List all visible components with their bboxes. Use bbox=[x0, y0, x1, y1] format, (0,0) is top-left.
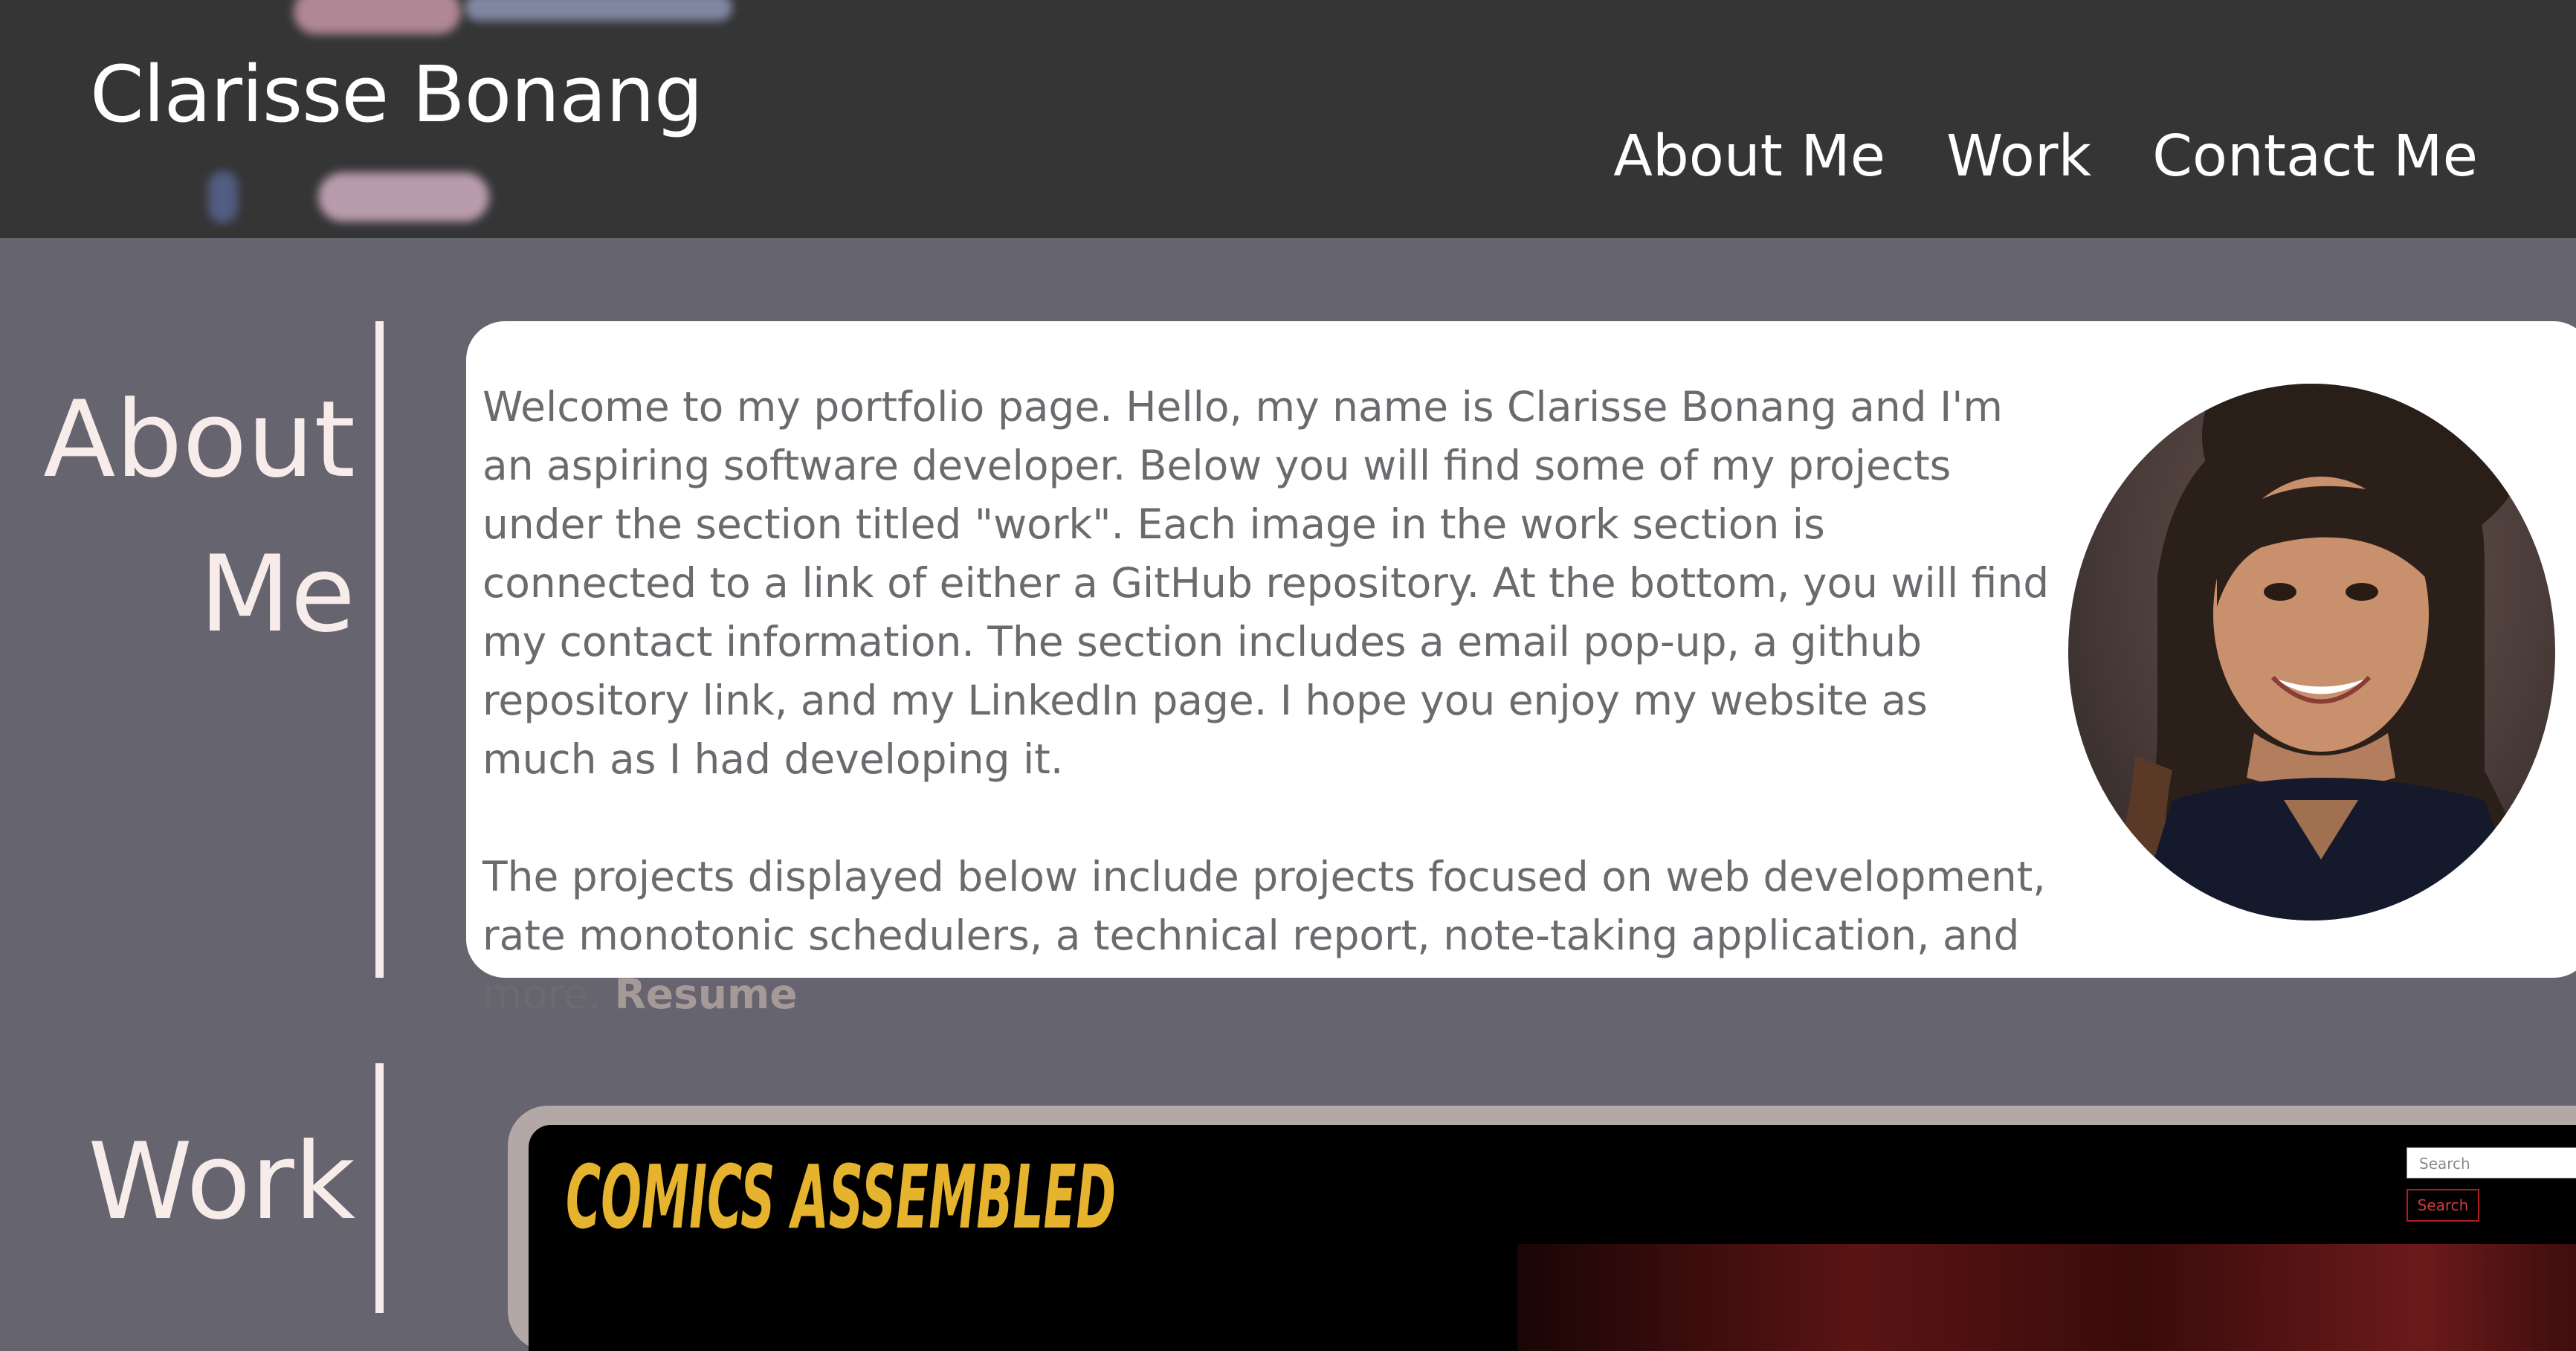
comics-assembled-logo-text: COMICS ASSEMBLED bbox=[566, 1146, 1116, 1244]
preview-hero-image bbox=[1517, 1244, 2576, 1351]
work-project-card[interactable]: COMICS ASSEMBLED Search Search bbox=[508, 1106, 2576, 1351]
about-card: Welcome to my portfolio page. Hello, my … bbox=[466, 321, 2576, 1018]
profile-photo bbox=[2068, 384, 2555, 920]
work-section-title: Work bbox=[88, 1121, 355, 1243]
site-header: Clarisse Bonang About Me Work Contact Me bbox=[0, 0, 2576, 238]
about-paragraph-intro: Welcome to my portfolio page. Hello, my … bbox=[482, 383, 2050, 783]
header-background-decoration bbox=[294, 0, 461, 34]
resume-link[interactable]: Resume bbox=[614, 970, 797, 1018]
site-name[interactable]: Clarisse Bonang bbox=[90, 49, 703, 140]
nav-contact-me[interactable]: Contact Me bbox=[2152, 123, 2478, 190]
about-section-title: About Me bbox=[43, 363, 355, 672]
about-title-line1: About bbox=[43, 378, 355, 501]
about-divider bbox=[375, 321, 384, 978]
nav-work[interactable]: Work bbox=[1946, 123, 2091, 190]
header-background-decoration bbox=[208, 171, 238, 223]
about-title-line2: Me bbox=[199, 533, 355, 656]
header-background-decoration bbox=[465, 0, 732, 21]
nav-about-me[interactable]: About Me bbox=[1613, 123, 1885, 190]
header-background-decoration bbox=[318, 172, 489, 222]
work-divider bbox=[375, 1063, 384, 1313]
main-nav: About Me Work Contact Me bbox=[1613, 123, 2478, 190]
project-preview-comics-assembled[interactable]: COMICS ASSEMBLED Search Search bbox=[529, 1125, 2576, 1351]
preview-search-button[interactable]: Search bbox=[2406, 1189, 2479, 1222]
about-paragraph-projects: The projects displayed below include pro… bbox=[482, 848, 2051, 1024]
preview-search-input[interactable]: Search bbox=[2406, 1147, 2576, 1179]
comics-assembled-logo: COMICS ASSEMBLED bbox=[566, 1146, 1116, 1244]
